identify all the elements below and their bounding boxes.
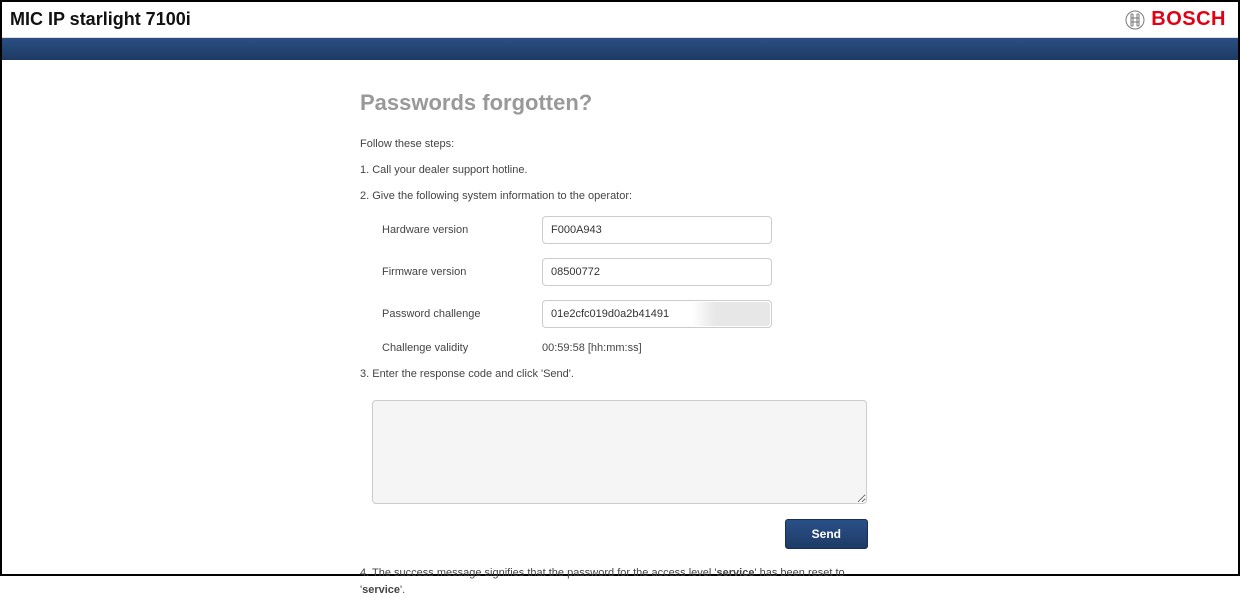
firmware-version-field[interactable] — [542, 258, 772, 286]
step-4: 4. The success message signifies that th… — [360, 565, 880, 598]
accent-bar — [2, 38, 1238, 60]
response-code-input[interactable] — [372, 400, 867, 504]
device-title: MIC IP starlight 7100i — [10, 9, 191, 30]
bosch-icon — [1125, 10, 1145, 30]
brand-text: BOSCH — [1151, 8, 1226, 31]
brand-logo: BOSCH — [1125, 8, 1226, 31]
hardware-version-row: Hardware version — [360, 216, 880, 244]
form-container: Passwords forgotten? Follow these steps:… — [360, 90, 880, 598]
password-challenge-wrap — [542, 300, 772, 328]
step-4-suffix: '. — [400, 584, 405, 596]
hardware-version-label: Hardware version — [382, 224, 542, 236]
firmware-version-label: Firmware version — [382, 266, 542, 278]
firmware-version-row: Firmware version — [360, 258, 880, 286]
step-2: 2. Give the following system information… — [360, 190, 880, 202]
challenge-validity-label: Challenge validity — [382, 342, 542, 354]
step-4-service-level: service — [717, 567, 755, 579]
challenge-validity-row: Challenge validity 00:59:58 [hh:mm:ss] — [360, 342, 880, 354]
step-4-reset-value: service — [362, 584, 400, 596]
password-challenge-field[interactable] — [542, 300, 772, 328]
password-challenge-row: Password challenge — [360, 300, 880, 328]
password-challenge-label: Password challenge — [382, 308, 542, 320]
challenge-validity-value: 00:59:58 [hh:mm:ss] — [542, 342, 642, 354]
button-row: Send — [360, 519, 880, 549]
send-button[interactable]: Send — [785, 519, 868, 549]
page-header: MIC IP starlight 7100i BOSCH — [2, 2, 1238, 38]
step-3: 3. Enter the response code and click 'Se… — [360, 368, 880, 380]
intro-text: Follow these steps: — [360, 138, 880, 150]
step-4-prefix: 4. The success message signifies that th… — [360, 567, 717, 579]
step-1: 1. Call your dealer support hotline. — [360, 164, 880, 176]
main-content: Passwords forgotten? Follow these steps:… — [2, 60, 1238, 598]
page-title: Passwords forgotten? — [360, 90, 880, 116]
hardware-version-field[interactable] — [542, 216, 772, 244]
